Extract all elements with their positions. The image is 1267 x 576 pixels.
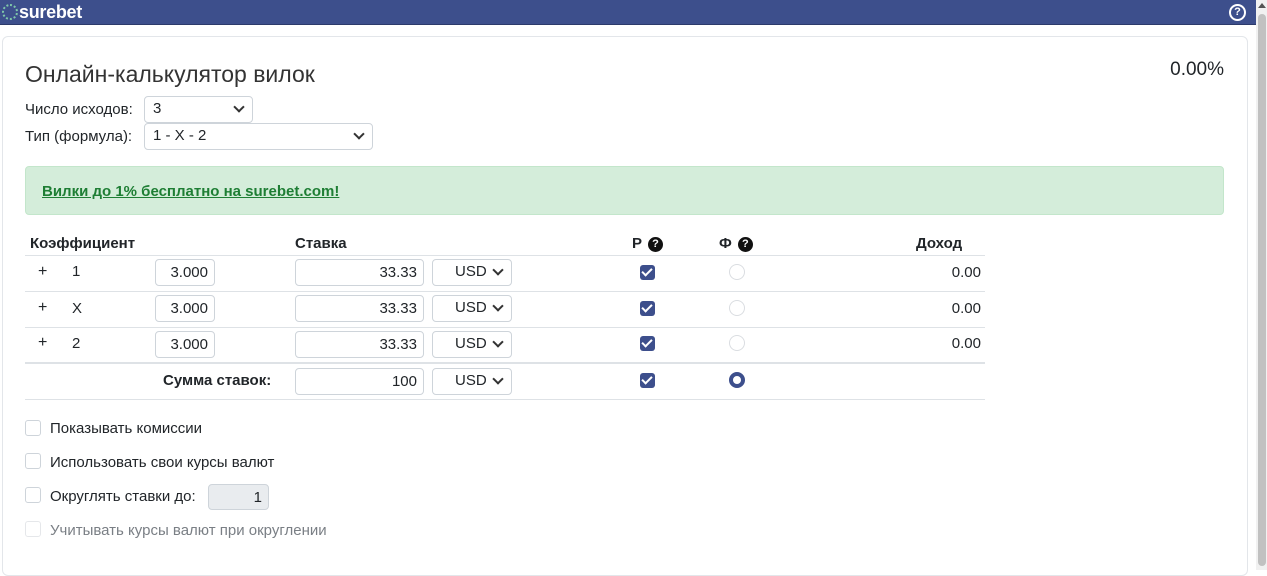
currency-select[interactable]: USD bbox=[432, 368, 512, 395]
chevron-down-icon bbox=[492, 373, 504, 385]
round-stakes-label[interactable]: Округлять ставки до: bbox=[50, 488, 196, 505]
help-icon[interactable]: ? bbox=[1229, 4, 1246, 21]
header-coefficient: Коэффициент bbox=[30, 235, 136, 252]
chevron-down-icon bbox=[353, 128, 365, 140]
consider-rates-checkbox bbox=[25, 521, 41, 537]
currency-value: USD bbox=[455, 335, 487, 352]
odds-input[interactable]: 3.000 bbox=[155, 259, 215, 286]
outcome-label: X bbox=[72, 300, 83, 317]
income-value: 0.00 bbox=[951, 335, 981, 352]
r-checkbox[interactable] bbox=[640, 265, 655, 280]
total-stake-label: Сумма ставок: bbox=[163, 372, 272, 389]
scroll-up-arrow-icon[interactable] bbox=[1258, 3, 1266, 8]
outcomes-label: Число исходов: bbox=[25, 101, 133, 118]
header-stake: Ставка bbox=[295, 235, 347, 252]
outcomes-select-value: 3 bbox=[153, 100, 162, 117]
outcomes-select[interactable]: 3 bbox=[144, 96, 253, 123]
stake-input[interactable]: 33.33 bbox=[295, 295, 424, 322]
question-icon[interactable]: ? bbox=[737, 237, 753, 252]
f-radio[interactable] bbox=[729, 264, 745, 280]
divider bbox=[25, 255, 985, 256]
add-button[interactable]: + bbox=[38, 263, 47, 281]
f-radio[interactable] bbox=[729, 335, 745, 351]
logo[interactable]: surebet bbox=[2, 1, 82, 23]
r-checkbox[interactable] bbox=[640, 336, 655, 351]
currency-select[interactable]: USD bbox=[432, 295, 512, 322]
f-radio[interactable] bbox=[729, 300, 745, 316]
consider-rates-label: Учитывать курсы валют при округлении bbox=[50, 522, 327, 539]
outcome-label: 1 bbox=[72, 263, 81, 280]
currency-value: USD bbox=[455, 299, 487, 316]
r-checkbox[interactable] bbox=[640, 301, 655, 316]
divider bbox=[25, 362, 985, 364]
chevron-down-icon bbox=[492, 300, 504, 312]
round-value-input[interactable]: 1 bbox=[208, 484, 269, 510]
currency-select[interactable]: USD bbox=[432, 331, 512, 358]
currency-select[interactable]: USD bbox=[432, 259, 512, 286]
header-r-label: Р bbox=[632, 235, 643, 252]
odds-input[interactable]: 3.000 bbox=[155, 331, 215, 358]
total-stake-input[interactable]: 100 bbox=[295, 368, 424, 395]
currency-value: USD bbox=[455, 372, 487, 389]
top-bar: surebet ? bbox=[0, 0, 1256, 25]
header-income: Доход bbox=[916, 235, 963, 252]
income-value: 0.00 bbox=[951, 300, 981, 317]
divider bbox=[25, 399, 985, 400]
brand-name: surebet bbox=[19, 1, 82, 22]
show-commissions-label[interactable]: Показывать комиссии bbox=[50, 420, 202, 437]
header-r: Р? bbox=[632, 235, 664, 252]
question-icon[interactable]: ? bbox=[648, 237, 664, 252]
currency-value: USD bbox=[455, 263, 487, 280]
stake-input[interactable]: 33.33 bbox=[295, 259, 424, 286]
promo-alert: Вилки до 1% бесплатно на surebet.com! bbox=[25, 166, 1224, 215]
type-select-value: 1 - X - 2 bbox=[153, 127, 207, 144]
own-rates-checkbox[interactable] bbox=[25, 453, 41, 469]
chevron-down-icon bbox=[233, 101, 245, 113]
header-f: Ф? bbox=[719, 235, 753, 252]
show-commissions-checkbox[interactable] bbox=[25, 420, 41, 436]
round-stakes-checkbox[interactable] bbox=[25, 487, 41, 503]
scrollbar[interactable] bbox=[1256, 0, 1267, 570]
own-rates-label[interactable]: Использовать свои курсы валют bbox=[50, 454, 274, 471]
type-select[interactable]: 1 - X - 2 bbox=[144, 123, 373, 150]
chevron-down-icon bbox=[492, 264, 504, 276]
stake-input[interactable]: 33.33 bbox=[295, 331, 424, 358]
type-label: Тип (формула): bbox=[25, 128, 133, 145]
r-checkbox[interactable] bbox=[640, 373, 655, 388]
profit-percent: 0.00% bbox=[1170, 59, 1224, 80]
page-title: Онлайн-калькулятор вилок bbox=[25, 61, 315, 87]
promo-link[interactable]: Вилки до 1% бесплатно на surebet.com! bbox=[42, 183, 339, 200]
f-radio-selected[interactable] bbox=[729, 372, 745, 388]
header-f-label: Ф bbox=[719, 235, 732, 252]
outcome-label: 2 bbox=[72, 335, 81, 352]
income-value: 0.00 bbox=[951, 264, 981, 281]
divider bbox=[25, 327, 985, 328]
divider bbox=[25, 291, 985, 292]
add-button[interactable]: + bbox=[38, 299, 47, 317]
scroll-thumb[interactable] bbox=[1258, 14, 1266, 566]
add-button[interactable]: + bbox=[38, 334, 47, 352]
chevron-down-icon bbox=[492, 336, 504, 348]
logo-icon bbox=[2, 4, 18, 20]
odds-input[interactable]: 3.000 bbox=[155, 295, 215, 322]
